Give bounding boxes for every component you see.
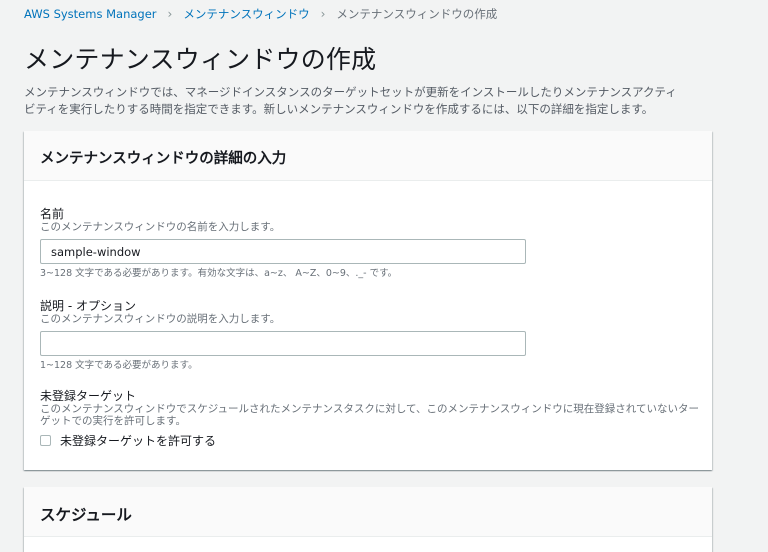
allow-unregistered-targets-option[interactable]: 未登録ターゲットを許可する — [40, 432, 700, 449]
description-input[interactable] — [40, 331, 526, 356]
name-field-group: 名前 このメンテナンスウィンドウの名前を入力します。 3~128 文字である必要… — [40, 207, 700, 280]
breadcrumb-link-systems-manager[interactable]: AWS Systems Manager — [24, 7, 157, 21]
schedule-panel: スケジュール — [24, 487, 712, 552]
page-description-line: ビティを実行したりする時間を指定できます。新しいメンテナンスウィンドウを作成する… — [24, 102, 654, 116]
page-description: メンテナンスウィンドウでは、マネージドインスタンスのターゲットセットが更新をイン… — [24, 84, 724, 118]
description-constraint: 1~128 文字である必要があります。 — [40, 360, 198, 371]
page-description-line: メンテナンスウィンドウでは、マネージドインスタンスのターゲットセットが更新をイン… — [24, 85, 677, 99]
description-description: このメンテナンスウィンドウの説明を入力します。 — [40, 313, 281, 325]
description-field-group: 説明 - オプション このメンテナンスウィンドウの説明を入力します。 1~128… — [40, 299, 700, 372]
breadcrumb-current: メンテナンスウィンドウの作成 — [336, 7, 498, 21]
chevron-right-icon: › — [320, 7, 326, 21]
unregistered-targets-field-group: 未登録ターゲット このメンテナンスウィンドウでスケジュールされたメンテナンスタス… — [40, 389, 700, 449]
breadcrumb-link-maintenance-windows[interactable]: メンテナンスウィンドウ — [183, 6, 309, 22]
description-label: 説明 - オプション — [40, 299, 136, 313]
name-constraint: 3~128 文字である必要があります。有効な文字は、a~z、 A~Z、0~9、.… — [40, 268, 398, 279]
allow-unregistered-targets-label[interactable]: 未登録ターゲットを許可する — [60, 432, 216, 449]
panel-title: スケジュール — [24, 487, 712, 537]
name-description: このメンテナンスウィンドウの名前を入力します。 — [40, 221, 281, 233]
breadcrumb: AWS Systems Manager › メンテナンスウィンドウ › メンテナ… — [24, 6, 497, 22]
page: AWS Systems Manager › メンテナンスウィンドウ › メンテナ… — [0, 0, 768, 552]
unregistered-targets-description: このメンテナンスウィンドウでスケジュールされたメンテナンスタスクに対して、このメ… — [40, 403, 699, 415]
allow-unregistered-targets-checkbox[interactable] — [40, 435, 51, 446]
unregistered-targets-label: 未登録ターゲット — [40, 389, 137, 403]
maintenance-window-details-panel: メンテナンスウィンドウの詳細の入力 名前 このメンテナンスウィンドウの名前を入力… — [24, 131, 712, 470]
page-title: メンテナンスウィンドウの作成 — [24, 45, 377, 74]
chevron-right-icon: › — [167, 7, 173, 21]
name-label: 名前 — [40, 207, 65, 221]
panel-title: メンテナンスウィンドウの詳細の入力 — [24, 131, 712, 181]
unregistered-targets-description: ゲットでの実行を許可します。 — [40, 415, 186, 427]
name-input[interactable] — [40, 239, 526, 264]
